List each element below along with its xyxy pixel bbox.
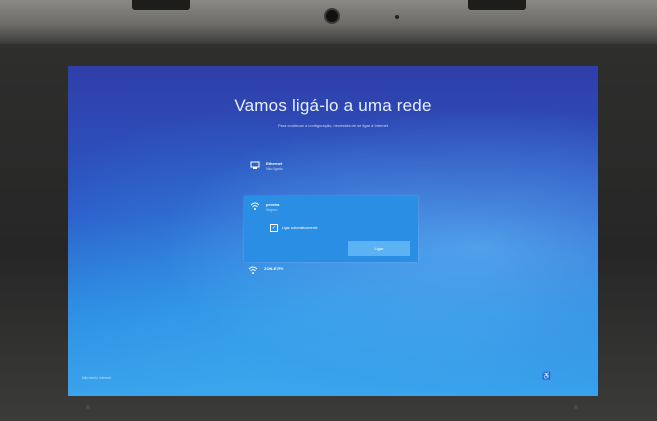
accessibility-icon[interactable]: ♿ [542,372,551,380]
page-subtitle: Para continuar a configuração, necessita… [277,123,389,128]
ethernet-icon [250,161,260,170]
wifi-secure-icon [250,202,260,211]
auto-connect-row[interactable]: ✓ Ligar automaticamente [270,224,318,232]
wifi-icon [248,266,258,275]
laptop-bezel: Vamos ligá-lo a uma rede Para continuar … [0,0,657,421]
hinge-left [132,0,190,10]
network-item-selected[interactable]: pereira Seguro ✓ Ligar automaticamente L… [244,196,418,262]
bezel-top [0,0,657,44]
network-name: ZON-E7F0 [264,266,284,271]
network-item-ethernet[interactable]: Ethernet Não ligado [250,161,283,172]
network-status: Seguro [266,208,278,212]
auto-connect-label: Ligar automaticamente [282,226,318,230]
camera-led-icon [395,15,399,19]
connect-button[interactable]: Ligar [348,241,410,256]
page-title: Vamos ligá-lo a uma rede [234,96,432,115]
network-status: Não ligado [266,167,283,171]
network-item-other[interactable]: ZON-E7F0 [248,266,283,275]
selected-network-header: pereira Seguro [250,202,279,213]
hinge-right [468,0,526,10]
oobe-screen: Vamos ligá-lo a uma rede Para continuar … [68,66,598,396]
auto-connect-checkbox[interactable]: ✓ [270,224,278,232]
no-internet-link[interactable]: Não tenho Internet [82,376,111,380]
bezel-mark-left [86,405,90,409]
bezel-mark-right [574,405,578,409]
webcam-icon [326,10,338,22]
